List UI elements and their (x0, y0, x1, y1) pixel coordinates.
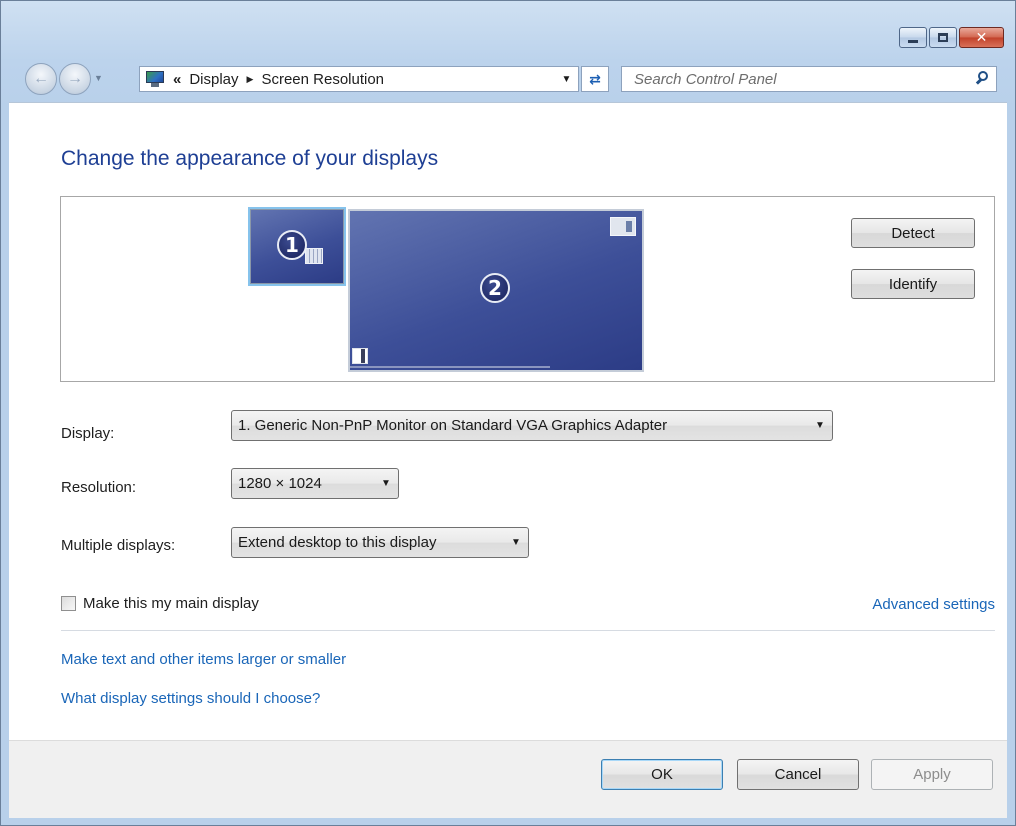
cancel-button[interactable]: Cancel (737, 759, 859, 790)
resolution-label: Resolution: (61, 479, 137, 496)
taskbar-item-icon (352, 348, 368, 364)
back-button[interactable]: ← (25, 63, 57, 95)
refresh-icon: ⇄ (589, 70, 601, 87)
search-icon[interactable] (972, 67, 996, 91)
navigation-bar: ← → ▼ « Display ▶ Screen Resolution ▼ ⇄ (23, 61, 1003, 95)
window-thumbnail-icon (610, 217, 636, 236)
display-select[interactable]: 1. Generic Non-PnP Monitor on Standard V… (231, 410, 833, 441)
resolution-select-value: 1280 × 1024 (238, 475, 322, 492)
address-bar[interactable]: « Display ▶ Screen Resolution ▼ (139, 66, 579, 92)
minimize-button[interactable] (899, 27, 927, 48)
main-display-checkbox[interactable] (61, 596, 76, 611)
refresh-button[interactable]: ⇄ (581, 66, 609, 92)
minimize-icon (908, 39, 918, 43)
multiple-displays-label: Multiple displays: (61, 537, 176, 554)
monitor-2-tile[interactable]: 2 (348, 209, 644, 372)
display-label: Display: (61, 425, 115, 442)
chevron-down-icon: ▼ (511, 537, 521, 548)
display-monitor-icon (145, 70, 165, 88)
screen-resolution-window: ✕ ← → ▼ « Display ▶ Screen Resolution ▼ … (0, 0, 1016, 826)
monitor-number-1: 1 (277, 230, 307, 260)
content-panel: Change the appearance of your displays 1… (9, 102, 1007, 740)
search-box (621, 66, 997, 92)
search-input[interactable] (632, 69, 972, 89)
back-arrow-icon: ← (33, 70, 49, 87)
dialog-footer: OK Cancel Apply (9, 740, 1007, 818)
chevron-down-icon: ▼ (381, 478, 391, 489)
address-dropdown-icon[interactable]: ▼ (554, 67, 578, 91)
breadcrumb-overflow[interactable]: « (173, 71, 181, 88)
forward-button[interactable]: → (59, 63, 91, 95)
divider (61, 630, 995, 631)
caption-buttons: ✕ (899, 27, 1004, 48)
identify-button[interactable]: Identify (851, 269, 975, 299)
main-display-checkbox-row[interactable]: Make this my main display (61, 595, 259, 612)
taskbar-strip (350, 366, 550, 368)
close-icon: ✕ (975, 29, 988, 46)
desktop-grid-icon (305, 248, 323, 264)
page-title: Change the appearance of your displays (61, 147, 439, 170)
display-arrangement-area: 1 2 Detect Identify (60, 196, 995, 382)
ok-button[interactable]: OK (601, 759, 723, 790)
resolution-select[interactable]: 1280 × 1024 ▼ (231, 468, 399, 499)
breadcrumb-display[interactable]: Display (189, 71, 238, 88)
maximize-button[interactable] (929, 27, 957, 48)
recent-pages-dropdown-icon[interactable]: ▼ (94, 73, 103, 83)
monitor-number-2: 2 (480, 273, 510, 303)
close-button[interactable]: ✕ (959, 27, 1004, 48)
detect-button[interactable]: Detect (851, 218, 975, 248)
breadcrumb-separator-icon[interactable]: ▶ (247, 74, 254, 85)
chevron-down-icon: ▼ (815, 420, 825, 431)
breadcrumb-screen-resolution[interactable]: Screen Resolution (261, 71, 384, 88)
main-display-checkbox-label[interactable]: Make this my main display (83, 595, 259, 612)
forward-arrow-icon: → (67, 70, 83, 87)
apply-button[interactable]: Apply (871, 759, 993, 790)
display-select-value: 1. Generic Non-PnP Monitor on Standard V… (238, 417, 668, 434)
advanced-settings-link[interactable]: Advanced settings (872, 596, 995, 613)
text-size-link[interactable]: Make text and other items larger or smal… (61, 651, 346, 668)
display-settings-help-link[interactable]: What display settings should I choose? (61, 690, 320, 707)
multiple-displays-select-value: Extend desktop to this display (238, 534, 437, 551)
monitor-1-tile[interactable]: 1 (248, 207, 346, 286)
multiple-displays-select[interactable]: Extend desktop to this display ▼ (231, 527, 529, 558)
maximize-icon (938, 33, 948, 42)
